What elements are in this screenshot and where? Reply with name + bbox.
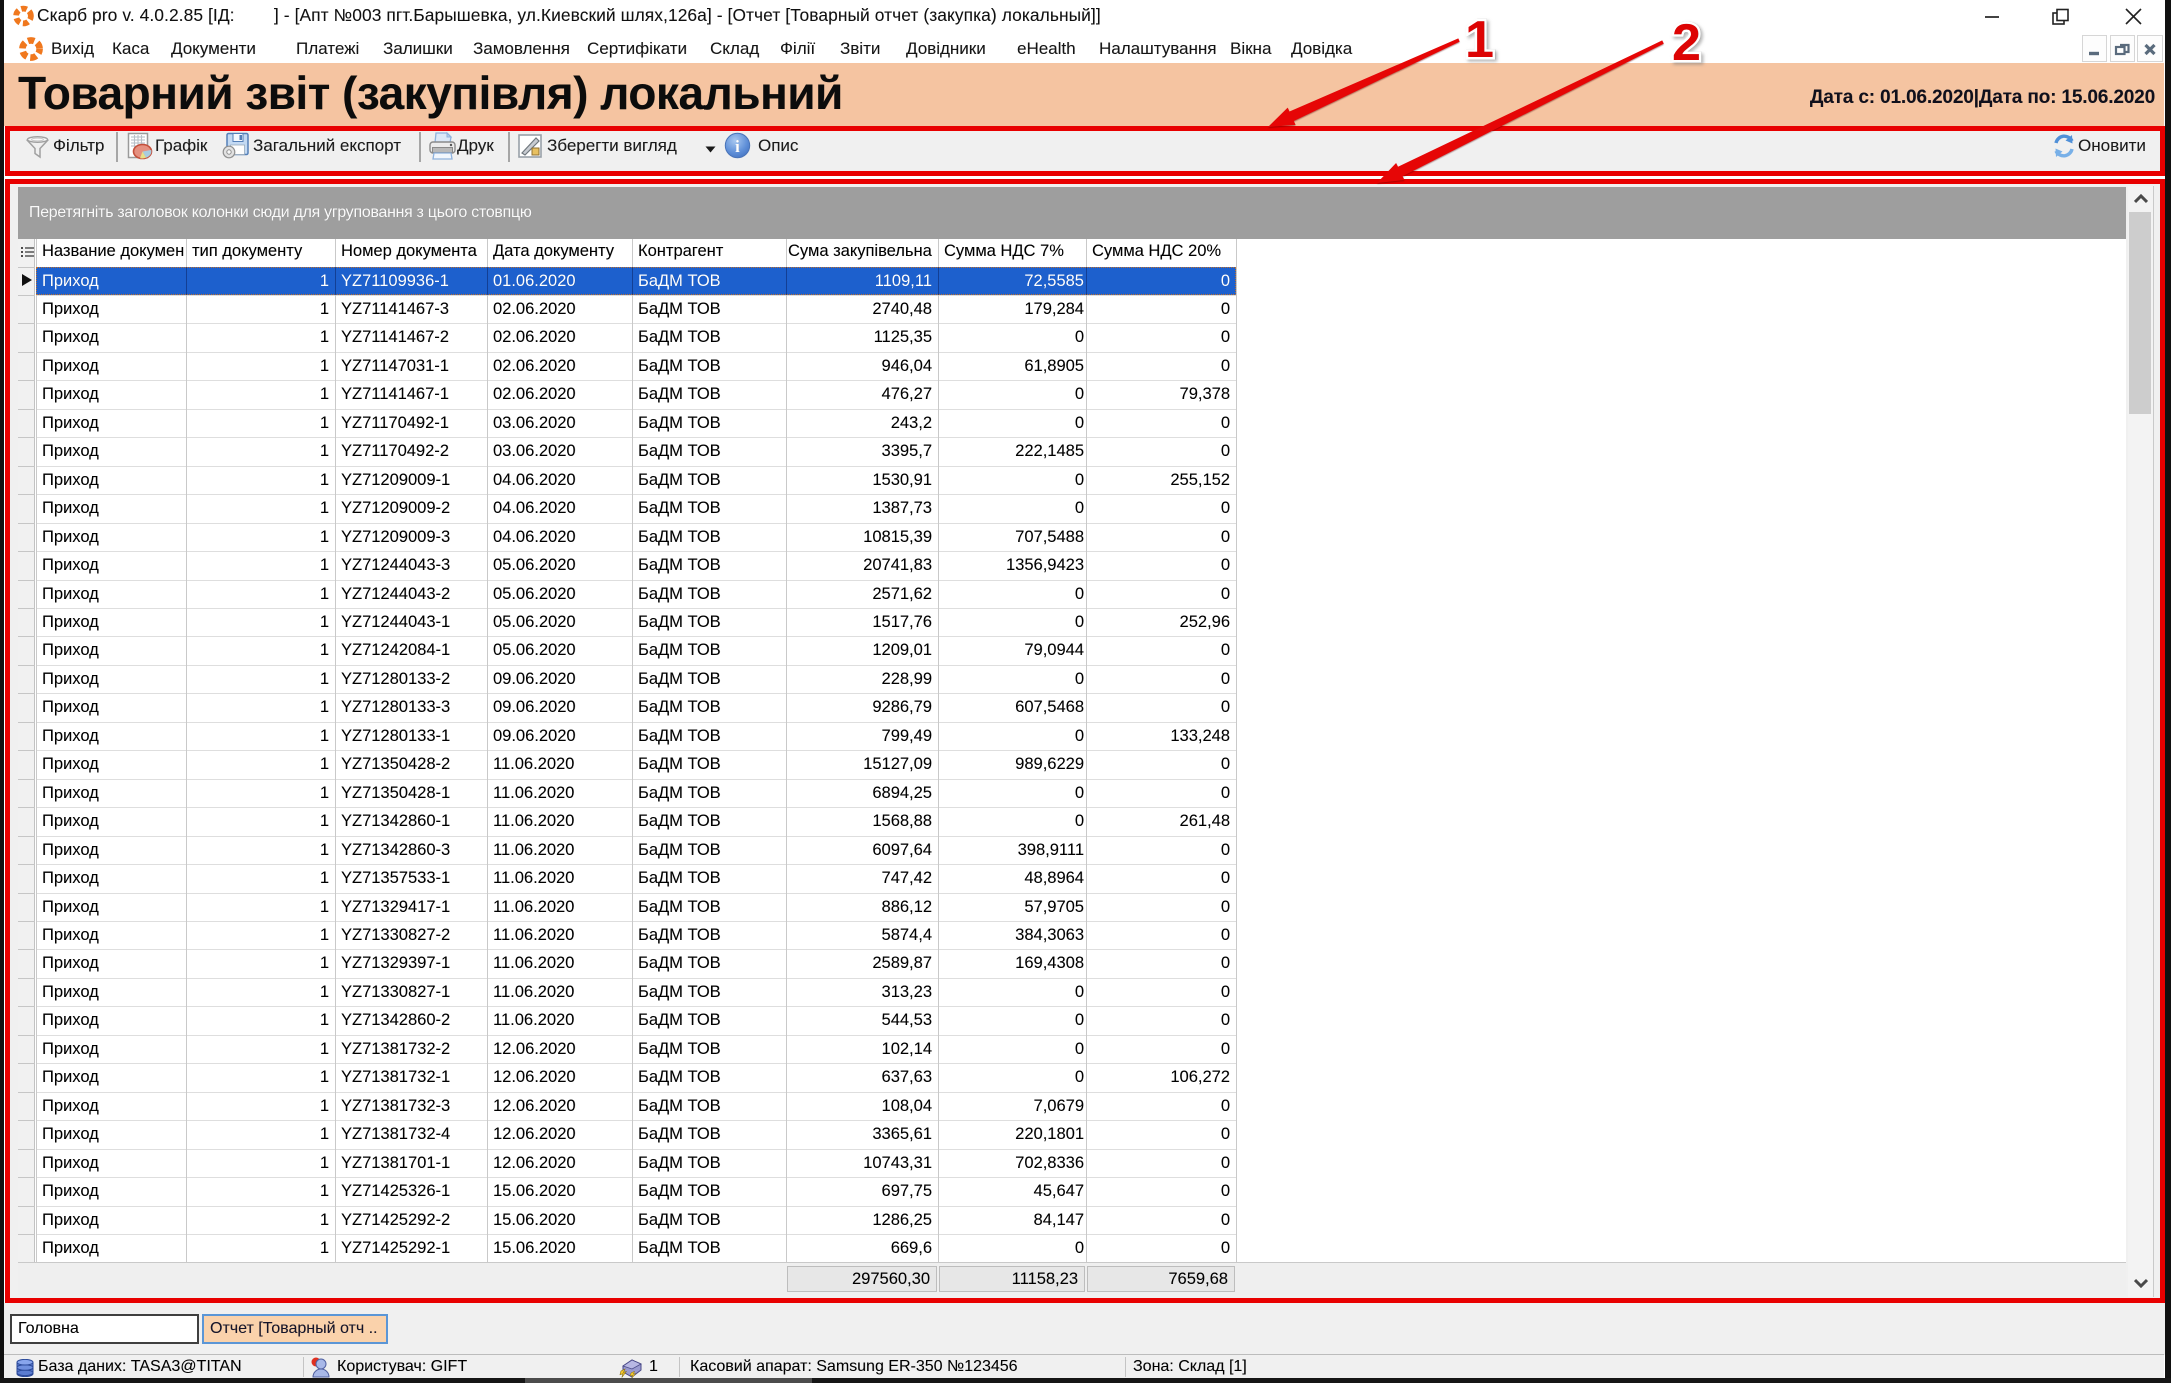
svg-text:i: i xyxy=(735,137,740,156)
